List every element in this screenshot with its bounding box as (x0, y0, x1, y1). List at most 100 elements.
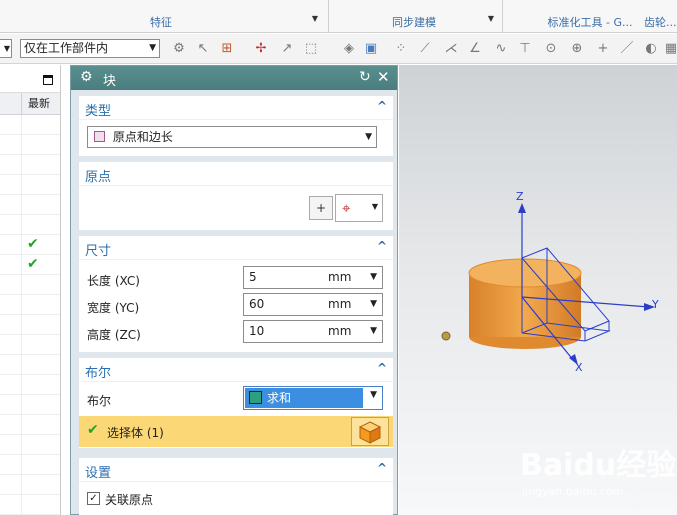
divider (21, 375, 22, 395)
point-dialog-button[interactable]: + (309, 196, 333, 220)
z-axis-arrow (518, 203, 526, 213)
point-inference-dropdown[interactable]: ⌖ ▼ (335, 194, 383, 222)
section-header-settings[interactable]: 设置 ^ (79, 458, 393, 482)
chevron-up-icon[interactable]: ^ (377, 361, 387, 375)
chevron-down-icon[interactable]: ▼ (370, 321, 377, 342)
rectangle-select-icon[interactable]: ⬚ (304, 42, 318, 56)
grid-icon[interactable]: ▦ (664, 42, 677, 56)
navigator-row[interactable]: ✔ (0, 235, 60, 255)
select-tool-icon[interactable]: ↖ (196, 42, 210, 56)
section-header-origin[interactable]: 原点 (79, 162, 393, 186)
type-value: 原点和边长 (112, 130, 173, 144)
navigator-row[interactable] (0, 375, 60, 395)
navigator-row[interactable] (0, 315, 60, 335)
wcs-origin-marker (441, 331, 451, 341)
width-field[interactable]: 60 mm ▼ (243, 293, 383, 316)
section-title: 类型 (85, 104, 112, 119)
chevron-down-icon: ▼ (371, 202, 378, 211)
chevron-down-icon[interactable]: ▼ (488, 14, 494, 23)
quadrant-icon[interactable]: ⊕ (570, 42, 584, 56)
divider (21, 455, 22, 475)
divider (21, 215, 22, 235)
chevron-up-icon[interactable]: ^ (377, 461, 387, 475)
navigator-row[interactable] (0, 215, 60, 235)
chevron-down-icon[interactable]: ▼ (370, 294, 377, 315)
dots-grid-icon[interactable]: ⁘ (394, 42, 408, 56)
navigator-row[interactable] (0, 155, 60, 175)
column-header-latest[interactable]: 最新 (21, 93, 61, 115)
axis-label-z: Z (516, 190, 524, 203)
navigator-row[interactable] (0, 135, 60, 155)
intersection-icon[interactable]: + (596, 42, 610, 56)
type-dropdown[interactable]: 原点和边长 ▼ (87, 126, 377, 148)
navigator-row[interactable] (0, 495, 60, 515)
select-body-button[interactable] (351, 417, 389, 446)
navigator-row[interactable] (0, 415, 60, 435)
tangent-icon[interactable]: ⊤ (518, 42, 532, 56)
ribbon-group-standard-tools[interactable]: 标准化工具 - G... (540, 14, 640, 30)
solid-body-icon[interactable]: ◈ (342, 42, 356, 56)
navigator-row[interactable] (0, 115, 60, 135)
baidu-watermark: Baidu经验 (520, 448, 677, 483)
polyline-icon[interactable]: ⋌ (444, 42, 458, 56)
filter-icon[interactable]: ⊞ (220, 42, 234, 56)
select-body-row[interactable]: ✔ 选择体 (1) (79, 416, 393, 447)
chevron-up-icon[interactable]: ^ (377, 99, 387, 113)
face-icon[interactable]: ◐ (644, 42, 658, 56)
selection-scope-dropdown[interactable]: 仅在工作部件内 ▼ (20, 39, 160, 58)
ribbon-group-gear[interactable]: 齿轮... (644, 14, 677, 30)
length-field[interactable]: 5 mm ▼ (243, 266, 383, 289)
navigator-row[interactable] (0, 435, 60, 455)
circle-center-icon[interactable]: ⊙ (544, 42, 558, 56)
navigator-row[interactable] (0, 275, 60, 295)
section-origin: 原点 + ⌖ ▼ (79, 162, 393, 230)
ribbon-group-sync-modeling[interactable]: 同步建模 ▼ (330, 14, 498, 30)
chevron-down-icon: ▼ (365, 132, 372, 142)
gear-icon[interactable]: ⚙ (80, 69, 93, 85)
cube-icon[interactable]: ▣ (364, 42, 378, 56)
divider (21, 495, 22, 515)
boolean-dropdown[interactable]: 求和 ▼ (243, 386, 383, 410)
type-filter-dropdown[interactable]: ▼ (0, 39, 12, 58)
divider (21, 295, 22, 315)
selection-toolbar: ▼ 仅在工作部件内 ▼ ⚙ ↖ ⊞ ✢ ↗ ⬚ ◈ ▣ ⁘ ⟋ ⋌ ∠ ∿ ⊤ … (0, 34, 677, 64)
associate-origin-checkbox[interactable]: ✓ (87, 492, 100, 505)
navigator-row[interactable] (0, 335, 60, 355)
close-icon[interactable]: ✕ (377, 68, 390, 86)
chevron-down-icon: ▼ (149, 43, 156, 53)
navigator-row[interactable] (0, 355, 60, 375)
height-field[interactable]: 10 mm ▼ (243, 320, 383, 343)
chevron-down-icon[interactable]: ▼ (370, 267, 377, 288)
section-header-type[interactable]: 类型 ^ (79, 96, 393, 120)
divider (21, 275, 22, 295)
section-header-dimensions[interactable]: 尺寸 ^ (79, 236, 393, 260)
navigator-row[interactable] (0, 295, 60, 315)
navigator-row[interactable] (0, 455, 60, 475)
boolean-selected: 求和 (245, 388, 363, 408)
chevron-down-icon[interactable]: ▼ (312, 14, 318, 23)
slash-icon[interactable]: ／ (620, 42, 634, 56)
divider (21, 175, 22, 195)
cursor-icon[interactable]: ↗ (280, 42, 294, 56)
ribbon-group-feature[interactable]: 特征 ▼ (0, 14, 322, 30)
maximize-icon[interactable] (43, 75, 53, 85)
point-snap-icon[interactable]: ✢ (254, 42, 268, 56)
navigator-row[interactable] (0, 195, 60, 215)
navigator-row[interactable] (0, 395, 60, 415)
line-icon[interactable]: ⟋ (418, 42, 432, 56)
section-header-boolean[interactable]: 布尔 ^ (79, 358, 393, 382)
chevron-up-icon[interactable]: ^ (377, 239, 387, 253)
solid-body-icon (358, 421, 382, 444)
divider (21, 115, 22, 135)
navigator-row[interactable]: ✔ (0, 255, 60, 275)
spline-icon[interactable]: ∿ (494, 42, 508, 56)
width-value: 60 (249, 297, 265, 311)
part-navigator: 最新 ✔ ✔ (0, 65, 61, 515)
snap-settings-icon[interactable]: ⚙ (172, 42, 186, 56)
reset-icon[interactable]: ↻ (359, 69, 371, 85)
navigator-row[interactable] (0, 175, 60, 195)
divider (21, 435, 22, 455)
angle-icon[interactable]: ∠ (468, 42, 482, 56)
navigator-row[interactable] (0, 475, 60, 495)
ribbon-group-label: 同步建模 (392, 16, 436, 29)
